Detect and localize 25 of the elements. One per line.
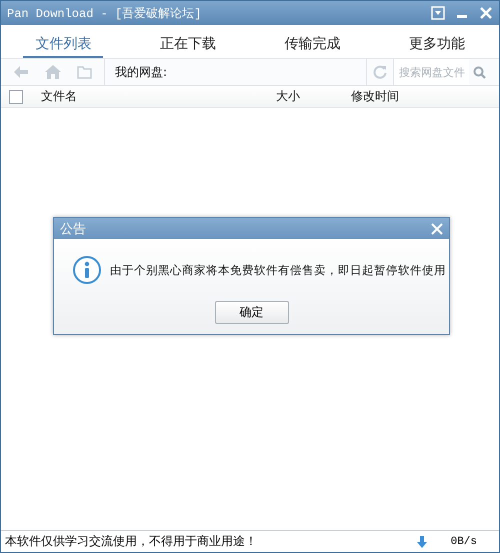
tab[interactable]: 传输完成	[272, 25, 352, 58]
path-label: 我的网盘:	[115, 64, 168, 80]
column-header[interactable]: 文件名	[41, 88, 276, 105]
close-icon[interactable]	[431, 222, 443, 234]
dropdown-icon[interactable]	[431, 6, 445, 20]
search-icon[interactable]	[473, 66, 486, 78]
download-speed: 0B/s	[450, 536, 477, 548]
column-header[interactable]: 修改时间	[351, 88, 431, 105]
status-text: 本软件仅供学习交流使用，不得用于商业用途！	[5, 533, 258, 550]
download-arrow-icon	[417, 536, 427, 548]
refresh-icon[interactable]	[373, 65, 387, 79]
folder-icon[interactable]	[77, 66, 92, 78]
close-icon[interactable]	[479, 6, 493, 20]
search-field[interactable]: 搜索网盘文件	[393, 59, 469, 85]
dialog-message: 由于个别黑心商家将本免费软件有偿售卖，即日起暂停软件使用	[110, 262, 446, 278]
tab[interactable]: 正在下载	[148, 25, 228, 58]
home-icon[interactable]	[45, 65, 61, 79]
column-header[interactable]: 大小	[276, 88, 351, 105]
ok-button[interactable]: 确定	[214, 301, 288, 324]
tab[interactable]: 更多功能	[396, 25, 477, 58]
info-icon	[72, 255, 102, 285]
dialog-title: 公告	[60, 220, 86, 238]
back-arrow-icon[interactable]	[13, 65, 29, 79]
window-title: Pan Download - [吾爱破解论坛]	[7, 6, 202, 22]
select-all-checkbox[interactable]	[9, 90, 23, 104]
